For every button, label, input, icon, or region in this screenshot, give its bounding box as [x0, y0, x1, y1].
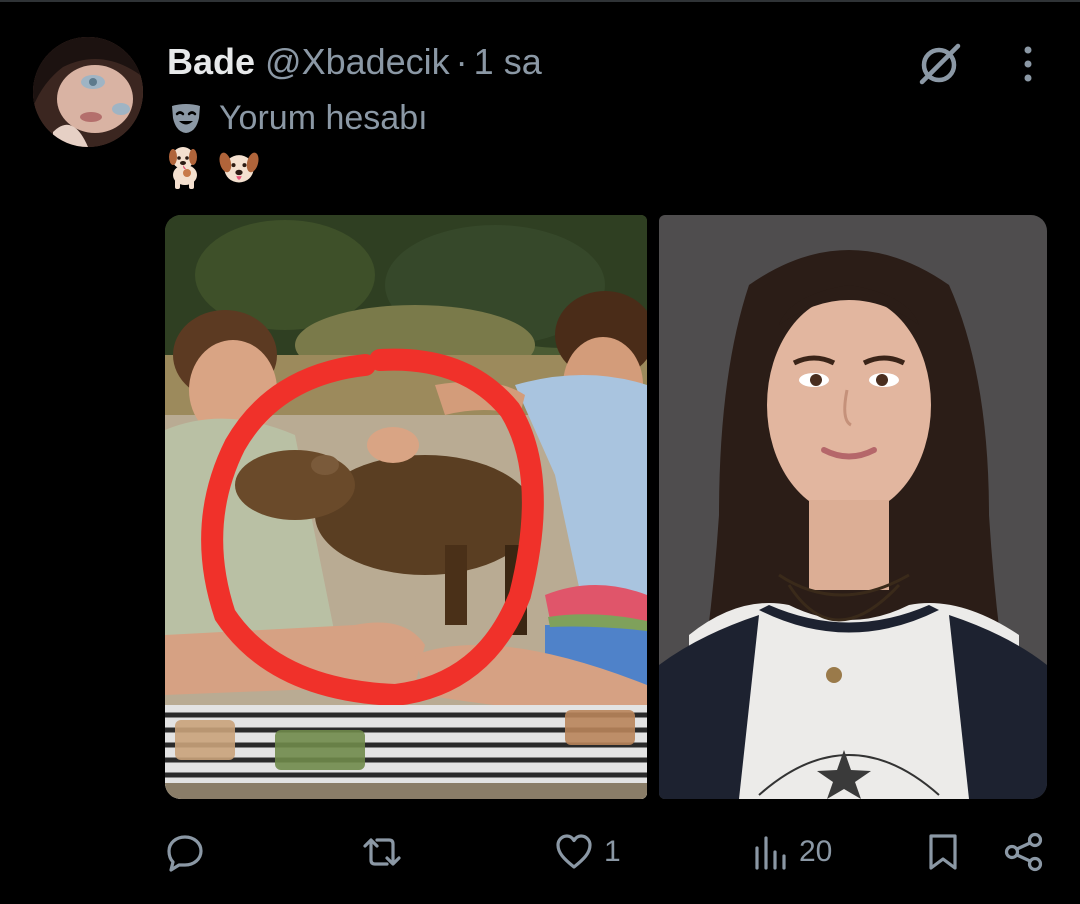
display-name[interactable]: Bade — [167, 41, 255, 83]
post-text — [165, 145, 259, 189]
account-label: Yorum hesabı — [167, 96, 428, 140]
share-icon — [1003, 832, 1045, 872]
bookmark-button[interactable] — [925, 826, 961, 878]
portrait-photo[interactable] — [659, 215, 1047, 799]
media-grid — [165, 215, 1047, 799]
dog-face-emoji — [219, 145, 259, 189]
post-time[interactable]: 1 sa — [474, 41, 542, 83]
post-actions: 1 20 — [165, 826, 1047, 878]
post-header: Bade @Xbadecik · 1 sa — [167, 40, 542, 84]
account-label-text: Yorum hesabı — [219, 98, 428, 137]
grok-icon[interactable] — [916, 40, 964, 88]
reply-button[interactable] — [165, 826, 215, 878]
share-button[interactable] — [1003, 826, 1045, 878]
views-count: 20 — [799, 835, 833, 868]
reply-icon — [165, 832, 205, 872]
parody-mask-icon — [167, 99, 205, 137]
like-button[interactable]: 1 — [554, 826, 621, 878]
repost-button[interactable] — [359, 826, 415, 878]
more-options-icon[interactable] — [1016, 40, 1040, 88]
avatar[interactable] — [33, 37, 143, 147]
repost-icon — [359, 832, 405, 872]
beach-picnic-photo[interactable] — [165, 215, 647, 799]
like-count: 1 — [604, 835, 621, 868]
top-divider — [0, 0, 1080, 2]
separator-dot: · — [455, 41, 468, 82]
views-button[interactable]: 20 — [753, 826, 832, 878]
dog-emoji — [165, 145, 205, 189]
user-handle[interactable]: @Xbadecik — [265, 41, 450, 83]
post-header-actions — [916, 40, 1040, 88]
bookmark-icon — [925, 832, 961, 872]
views-icon — [753, 832, 789, 872]
heart-icon — [554, 832, 594, 872]
